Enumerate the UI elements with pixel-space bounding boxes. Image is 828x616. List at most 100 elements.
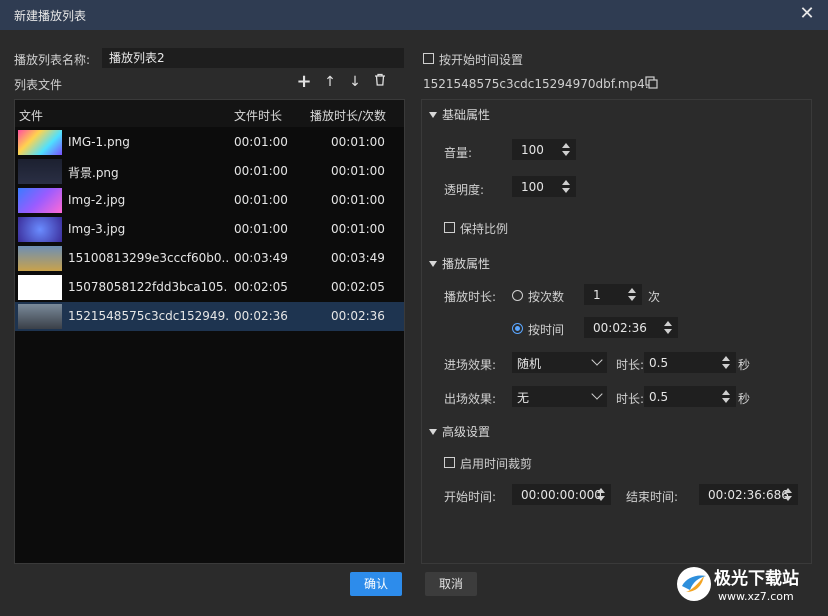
by-time-radio[interactable] <box>512 323 523 334</box>
enter-duration-label: 时长: <box>616 358 645 372</box>
list-files-label: 列表文件 <box>14 78 63 92</box>
exit-effect-value: 无 <box>517 391 530 405</box>
table-row[interactable]: 15100813299e3cccf60b0... 00:03:49 00:03:… <box>15 244 404 273</box>
volume-label: 音量: <box>444 146 473 160</box>
move-up-icon[interactable]: ↑ <box>321 73 339 91</box>
file-list[interactable]: 文件 文件时长 播放时长/次数 IMG-1.png 00:01:00 00:01… <box>14 99 405 564</box>
add-icon[interactable]: + <box>295 73 313 91</box>
keep-ratio-label: 保持比例 <box>460 222 509 236</box>
collapse-triangle-icon <box>429 261 437 267</box>
row-play-duration: 00:01:00 <box>331 222 385 236</box>
opacity-spinbox[interactable]: 100 <box>512 176 576 197</box>
spin-arrows-icon[interactable] <box>784 486 793 503</box>
start-time-checkbox[interactable] <box>423 53 434 64</box>
spin-arrows-icon[interactable] <box>664 319 673 336</box>
end-time-value: 00:02:36:686 <box>708 488 789 502</box>
basic-properties-title: 基础属性 <box>442 108 491 122</box>
table-row[interactable]: IMG-1.png 00:01:00 00:01:00 <box>15 128 404 157</box>
row-play-duration: 00:03:49 <box>331 251 385 265</box>
chevron-down-icon <box>591 354 603 366</box>
thumbnail <box>18 304 62 329</box>
cancel-button[interactable]: 取消 <box>425 572 477 596</box>
time-value: 00:02:36 <box>593 321 647 335</box>
start-time-label: 按开始时间设置 <box>439 53 524 67</box>
exit-effect-dropdown[interactable]: 无 <box>512 386 607 407</box>
column-duration[interactable]: 文件时长 <box>234 107 282 124</box>
close-icon[interactable]: ✕ <box>796 3 818 25</box>
delete-icon[interactable] <box>371 73 389 91</box>
start-time-field-label: 开始时间: <box>444 490 497 504</box>
spin-arrows-icon[interactable] <box>562 178 571 195</box>
thumbnail <box>18 188 62 213</box>
enter-effect-dropdown[interactable]: 随机 <box>512 352 607 373</box>
file-path: 1521548575c3cdc15294970dbf.mp4... <box>423 77 657 91</box>
enable-crop-label: 启用时间裁剪 <box>460 457 533 471</box>
end-time-spinbox[interactable]: 00:02:36:686 <box>699 484 798 505</box>
column-file[interactable]: 文件 <box>19 107 43 124</box>
exit-sec-unit: 秒 <box>738 392 751 406</box>
enter-effect-value: 随机 <box>517 357 542 371</box>
by-time-label: 按时间 <box>528 323 565 337</box>
advanced-settings-title: 高级设置 <box>442 425 491 439</box>
start-time-spinbox[interactable]: 00:00:00:000 <box>512 484 611 505</box>
opacity-value: 100 <box>521 180 544 194</box>
row-file-name: 15078058122fdd3bca105... <box>68 280 228 294</box>
row-duration: 00:02:05 <box>234 280 288 294</box>
watermark-url: www.xz7.com <box>718 590 794 603</box>
exit-duration-label: 时长: <box>616 392 645 406</box>
spin-arrows-icon[interactable] <box>722 388 731 405</box>
exit-duration-value: 0.5 <box>649 390 669 404</box>
enter-duration-spinbox[interactable]: 0.5 <box>644 352 736 373</box>
exit-effect-label: 出场效果: <box>444 392 497 406</box>
move-down-icon[interactable]: ↓ <box>346 73 364 91</box>
row-file-name: Img-2.jpg <box>68 193 126 207</box>
table-row[interactable]: 背景.png 00:01:00 00:01:00 <box>15 157 404 186</box>
enable-crop-checkbox[interactable] <box>444 457 455 468</box>
row-file-name: IMG-1.png <box>68 135 130 149</box>
playlist-name-input[interactable]: 播放列表2 <box>102 48 404 68</box>
table-row-selected[interactable]: 1521548575c3cdc152949... 00:02:36 00:02:… <box>15 302 404 331</box>
count-spinbox[interactable]: 1 <box>584 284 642 305</box>
row-duration: 00:02:36 <box>234 309 288 323</box>
spin-arrows-icon[interactable] <box>597 486 606 503</box>
table-row[interactable]: Img-3.jpg 00:01:00 00:01:00 <box>15 215 404 244</box>
opacity-label: 透明度: <box>444 183 485 197</box>
exit-duration-spinbox[interactable]: 0.5 <box>644 386 736 407</box>
row-file-name: 背景.png <box>68 166 119 180</box>
table-row[interactable]: Img-2.jpg 00:01:00 00:01:00 <box>15 186 404 215</box>
watermark: 极光下载站 www.xz7.com <box>672 560 822 610</box>
volume-spinbox[interactable]: 100 <box>512 139 576 160</box>
row-play-duration: 00:02:36 <box>331 309 385 323</box>
watermark-text: 极光下载站 <box>714 569 799 589</box>
basic-properties-section[interactable]: 基础属性 <box>429 106 490 123</box>
row-file-name: 15100813299e3cccf60b0... <box>68 251 228 265</box>
row-play-duration: 00:01:00 <box>331 164 385 178</box>
column-play-duration[interactable]: 播放时长/次数 <box>310 107 386 124</box>
play-properties-section[interactable]: 播放属性 <box>429 255 490 272</box>
thumbnail <box>18 159 62 184</box>
row-file-name: 1521548575c3cdc152949... <box>68 309 228 323</box>
spin-arrows-icon[interactable] <box>722 354 731 371</box>
keep-ratio-checkbox[interactable] <box>444 222 455 233</box>
row-duration: 00:01:00 <box>234 164 288 178</box>
copy-icon[interactable] <box>645 76 659 90</box>
row-duration: 00:01:00 <box>234 193 288 207</box>
by-count-radio[interactable] <box>512 290 523 301</box>
file-list-header: 文件 文件时长 播放时长/次数 <box>15 100 404 127</box>
thumbnail <box>18 217 62 242</box>
row-duration: 00:01:00 <box>234 135 288 149</box>
spin-arrows-icon[interactable] <box>562 141 571 158</box>
collapse-triangle-icon <box>429 429 437 435</box>
advanced-settings-section[interactable]: 高级设置 <box>429 423 490 440</box>
confirm-button[interactable]: 确认 <box>350 572 402 596</box>
watermark-logo-icon <box>677 567 711 601</box>
thumbnail <box>18 275 62 300</box>
playlist-name-label: 播放列表名称: <box>14 53 91 67</box>
window-title: 新建播放列表 <box>14 9 87 23</box>
enter-effect-label: 进场效果: <box>444 358 497 372</box>
time-spinbox[interactable]: 00:02:36 <box>584 317 678 338</box>
title-bar: 新建播放列表 ✕ <box>0 0 828 30</box>
spin-arrows-icon[interactable] <box>628 286 637 303</box>
table-row[interactable]: 15078058122fdd3bca105... 00:02:05 00:02:… <box>15 273 404 302</box>
row-file-name: Img-3.jpg <box>68 222 126 236</box>
